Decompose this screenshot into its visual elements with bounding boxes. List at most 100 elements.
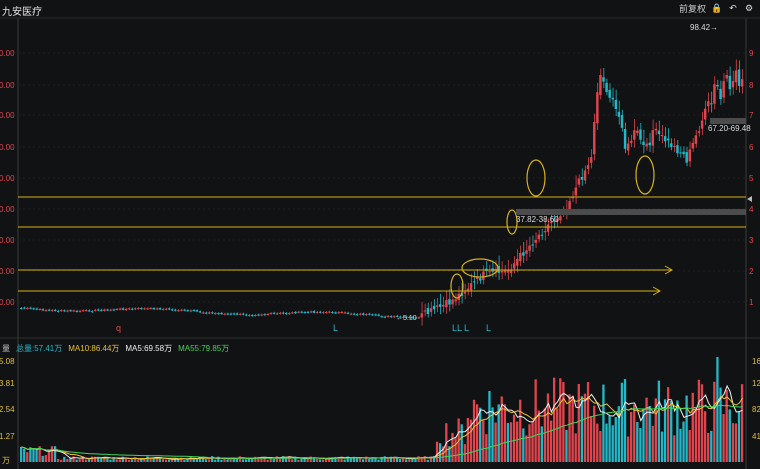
adjust-mode-button[interactable]: 前复权	[679, 2, 706, 15]
candle-body	[309, 311, 313, 313]
candle-body	[380, 316, 383, 318]
candle-body	[226, 313, 229, 315]
candle-body	[639, 129, 642, 140]
candle-body	[294, 311, 297, 314]
candle-body	[112, 309, 115, 311]
candle-body	[63, 310, 66, 312]
candle-body	[417, 317, 420, 319]
stock-chart[interactable]: 0.00 0.00 0.00 0.00 0.00 0.00 0.00 0.00 0.00 9 8 7 6…	[0, 0, 760, 469]
volume-bar	[377, 459, 380, 462]
volume-bar	[516, 421, 519, 462]
candle-body	[642, 141, 645, 145]
volume-bar	[482, 420, 485, 462]
volume-bar	[549, 420, 553, 462]
volume-bar	[734, 423, 738, 462]
candle-body	[608, 89, 611, 98]
candle-body	[365, 314, 368, 316]
candle-body	[247, 314, 251, 316]
volume-bar	[559, 378, 562, 462]
candle-body	[596, 92, 599, 124]
candle-body	[121, 308, 125, 310]
candle-body	[318, 311, 322, 313]
candle-body	[670, 143, 673, 147]
volume-bar	[226, 459, 229, 462]
volume-bar	[577, 383, 580, 462]
candle-body	[284, 313, 288, 315]
candle-body	[737, 69, 741, 87]
price-axis-tick-right: 8	[749, 81, 754, 90]
candle-body	[734, 70, 738, 83]
volume-bar	[636, 422, 639, 462]
candle-body	[593, 122, 596, 155]
price-axis-tick-left: 0.00	[0, 174, 15, 183]
candle-body	[679, 152, 682, 154]
candle-body	[611, 97, 614, 100]
candle-body	[343, 312, 346, 314]
volume-bar	[466, 417, 470, 462]
volume-bar	[630, 411, 633, 462]
volume-bar	[87, 459, 91, 462]
candle-body	[266, 314, 269, 316]
lock-icon[interactable]: 🔒	[711, 3, 722, 14]
candle-body	[207, 312, 211, 314]
volume-bar	[633, 404, 636, 462]
volume-bar	[614, 417, 617, 462]
volume-bar	[75, 459, 78, 462]
candle-body	[426, 307, 430, 314]
legend-ma55: MA55:79.85万	[178, 344, 230, 353]
candle-body	[352, 313, 356, 315]
undo-icon[interactable]: ↶	[728, 3, 738, 14]
candle-body	[103, 309, 106, 312]
price-axis-tick-left: 0.00	[0, 111, 15, 120]
volume-bar	[543, 408, 547, 462]
candle-body	[472, 281, 476, 283]
candle-body	[602, 77, 605, 82]
volume-bar	[682, 421, 685, 462]
volume-bar	[731, 423, 734, 462]
candle-body	[177, 310, 180, 312]
candle-body	[371, 314, 374, 316]
volume-bar	[599, 430, 602, 462]
price-axis-tick-right: 2	[749, 267, 754, 276]
candle-body	[251, 315, 254, 317]
candle-body	[438, 304, 442, 307]
candle-body	[291, 312, 294, 314]
candle-body	[115, 308, 118, 310]
candle-body	[186, 310, 189, 312]
volume-bar	[90, 456, 94, 462]
volume-bar	[56, 458, 60, 462]
volume-bar	[519, 399, 522, 462]
volume-bar	[571, 396, 574, 462]
price-axis-tick-left: 0.00	[0, 49, 15, 58]
candle-body	[281, 312, 285, 314]
volume-bar	[737, 411, 741, 462]
volume-bar	[355, 458, 359, 462]
volume-bar	[146, 456, 149, 462]
candle-body	[463, 291, 467, 294]
candle-body	[238, 313, 242, 315]
volume-bar	[716, 357, 719, 462]
volume-tick-right: 41	[752, 432, 760, 441]
volume-bar	[703, 411, 707, 462]
candle-body	[72, 310, 75, 312]
candle-body	[577, 178, 581, 185]
candle-body	[306, 311, 309, 313]
volume-bar	[488, 390, 491, 462]
candle-body	[451, 299, 454, 305]
peak-price-label: 98.42→	[690, 23, 718, 32]
volume-bar	[266, 459, 269, 462]
candle-body	[531, 244, 534, 246]
candle-body	[275, 313, 279, 315]
candle-body	[361, 313, 365, 315]
candle-body	[244, 314, 248, 316]
candle-body	[161, 308, 165, 310]
candle-body	[442, 304, 445, 307]
settings-icon[interactable]: ⚙	[744, 3, 754, 14]
volume-bar	[740, 384, 744, 462]
volume-bar	[164, 459, 168, 462]
candle-body	[300, 311, 303, 313]
price-axis-tick-right: 5	[749, 174, 754, 183]
volume-bar	[220, 459, 223, 462]
candle-body	[269, 313, 273, 315]
volume-bar	[651, 425, 654, 462]
